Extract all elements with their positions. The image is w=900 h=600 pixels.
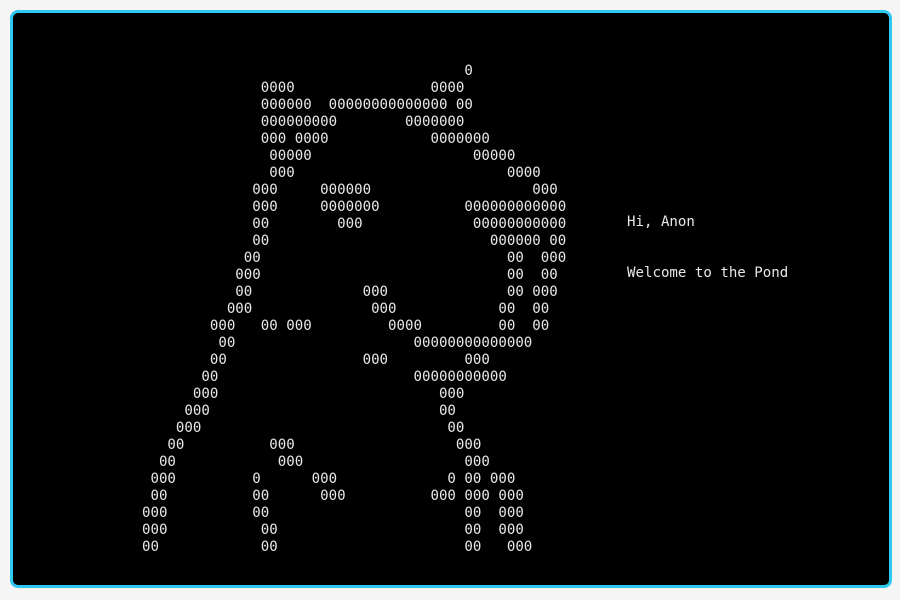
terminal-window: 0 0000 0000 000000 00000000000000 00 000…: [10, 10, 892, 588]
greeting-text: Hi, Anon: [627, 214, 695, 230]
ascii-art-logo: 0 0000 0000 000000 00000000000000 00 000…: [141, 63, 567, 555]
welcome-text: Welcome to the Pond: [627, 265, 789, 281]
